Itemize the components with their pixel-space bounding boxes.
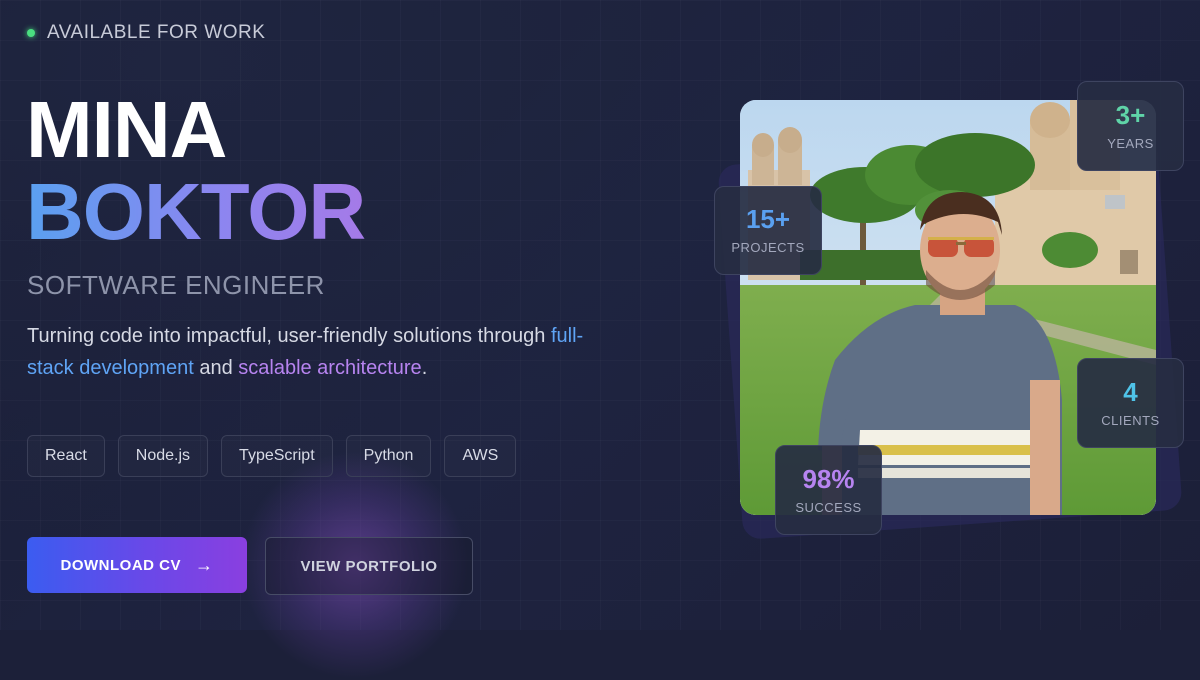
skill-chip-nodejs: Node.js xyxy=(117,435,209,477)
first-name: MINA xyxy=(26,85,227,174)
stat-clients-label: CLIENTS xyxy=(1101,412,1160,428)
skill-chips: React Node.js TypeScript Python AWS xyxy=(27,435,517,477)
stat-years-value: 3+ xyxy=(1115,99,1146,130)
skill-chip-aws: AWS xyxy=(444,435,517,477)
status-dot-icon xyxy=(27,29,35,37)
view-portfolio-button[interactable]: VIEW PORTFOLIO xyxy=(265,537,473,595)
skill-chip-python: Python xyxy=(345,435,432,477)
download-cv-label: DOWNLOAD CV xyxy=(60,556,181,574)
stat-card-clients: 4 CLIENTS xyxy=(1077,358,1184,448)
tagline-text: and xyxy=(193,357,239,379)
tagline-text: . xyxy=(421,357,428,379)
download-cv-button[interactable]: DOWNLOAD CV → xyxy=(27,537,247,593)
stat-clients-value: 4 xyxy=(1123,376,1138,407)
arrow-right-icon: → xyxy=(195,554,214,575)
tagline: Turning code into impactful, user-friend… xyxy=(27,320,627,384)
stat-card-projects: 15+ PROJECTS xyxy=(714,186,822,275)
tagline-text: Turning code into impactful, user-friend… xyxy=(27,325,551,347)
skill-chip-react: React xyxy=(27,435,105,477)
job-title: SOFTWARE ENGINEER xyxy=(27,270,325,300)
stat-success-value: 98% xyxy=(802,463,855,494)
stat-card-success: 98% SUCCESS xyxy=(775,445,882,535)
stat-projects-label: PROJECTS xyxy=(731,240,805,255)
tagline-highlight-architecture: scalable architecture xyxy=(238,357,422,379)
availability-label: AVAILABLE FOR WORK xyxy=(47,22,266,43)
last-name: BOKTOR xyxy=(26,167,366,256)
availability-status: AVAILABLE FOR WORK xyxy=(27,22,265,44)
stat-success-label: SUCCESS xyxy=(795,499,862,515)
view-portfolio-label: VIEW PORTFOLIO xyxy=(300,557,438,575)
stat-years-label: YEARS xyxy=(1107,135,1154,151)
stat-card-years: 3+ YEARS xyxy=(1077,81,1184,171)
skill-chip-typescript: TypeScript xyxy=(221,435,333,477)
stat-projects-value: 15+ xyxy=(745,204,791,234)
